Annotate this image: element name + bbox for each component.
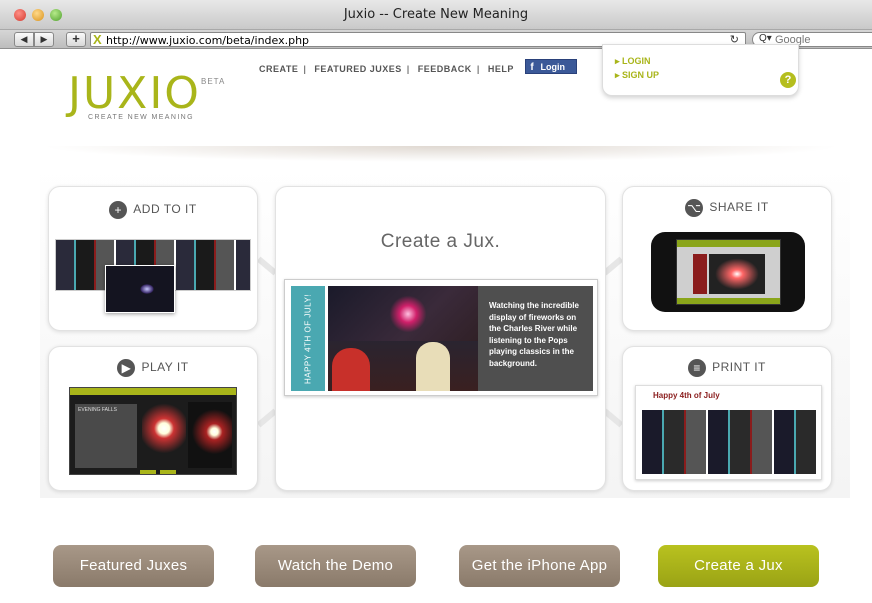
share-icon: ⌥ <box>685 199 704 217</box>
jux-caption: Watching the incredible display of firew… <box>478 286 593 391</box>
beta-badge: BETA <box>201 77 226 86</box>
search-icon: Q▾ <box>759 33 772 44</box>
facebook-login-button[interactable]: f Login <box>525 59 577 74</box>
watch-demo-button[interactable]: Watch the Demo <box>255 545 416 587</box>
signup-link[interactable]: ▸ SIGN UP <box>615 70 659 81</box>
help-icon[interactable]: ? <box>780 72 796 88</box>
back-button[interactable]: ◀ <box>14 32 34 47</box>
slideshow-heading: EVENING FALLS <box>75 404 137 468</box>
dragged-photo[interactable] <box>105 265 175 313</box>
nav-featured-juxes[interactable]: FEATURED JUXES <box>314 64 401 74</box>
nav-help[interactable]: HELP <box>488 64 514 74</box>
create-a-jux-heading: Create a Jux. <box>380 231 501 252</box>
top-nav: CREATE | FEATURED JUXES | FEEDBACK | HELP <box>259 64 514 74</box>
print-title: Happy 4th of July <box>653 391 720 400</box>
fireworks-photo <box>328 286 478 391</box>
nav-feedback[interactable]: FEEDBACK <box>418 64 472 74</box>
header-divider <box>40 146 842 162</box>
play-it-heading: ▶ PLAY IT <box>49 359 257 377</box>
print-it-panel[interactable]: ≡ PRINT IT Happy 4th of July <box>622 346 832 491</box>
play-icon: ▶ <box>117 359 136 377</box>
create-jux-button[interactable]: Create a Jux <box>658 545 819 587</box>
facebook-login-label: Login <box>540 62 566 72</box>
window-title: Juxio -- Create New Meaning <box>343 7 529 22</box>
window-titlebar: Juxio -- Create New Meaning <box>0 0 872 30</box>
login-link[interactable]: ▸ LOGIN <box>615 56 651 67</box>
share-it-heading: ⌥ SHARE IT <box>685 199 769 217</box>
facebook-icon: f <box>530 62 534 73</box>
favicon-icon: X <box>93 32 102 47</box>
jux-side-banner: HAPPY 4TH OF JULY! <box>291 286 325 391</box>
print-it-heading: ≡ PRINT IT <box>623 359 831 377</box>
print-preview: Happy 4th of July <box>635 385 822 480</box>
add-to-it-panel[interactable]: + ADD TO IT <box>48 186 258 331</box>
jux-preview: HAPPY 4TH OF JULY! Watching the incredib… <box>284 279 598 396</box>
document-icon: ≡ <box>688 359 707 377</box>
page: JUXIO BETA CREATE NEW MEANING CREATE | FE… <box>10 44 872 603</box>
create-a-jux-panel[interactable]: Create a Jux. HAPPY 4TH OF JULY! Watchin… <box>275 186 606 491</box>
share-it-panel[interactable]: ⌥ SHARE IT <box>622 186 832 331</box>
login-dropdown: ▸ LOGIN ▸ SIGN UP ? <box>602 44 799 96</box>
iphone-image <box>651 232 805 312</box>
nav-create[interactable]: CREATE <box>259 64 298 74</box>
add-bookmark-button[interactable]: + <box>66 32 86 47</box>
add-to-it-heading: + ADD TO IT <box>49 201 257 219</box>
plus-icon: + <box>109 201 128 219</box>
iphone-app-button[interactable]: Get the iPhone App <box>459 545 620 587</box>
juxio-logo[interactable]: JUXIO <box>68 72 201 116</box>
url-text: http://www.juxio.com/beta/index.php <box>106 34 310 47</box>
logo-tagline: CREATE NEW MEANING <box>88 114 194 121</box>
forward-button[interactable]: ▶ <box>34 32 54 47</box>
slideshow-preview: EVENING FALLS <box>69 387 237 475</box>
featured-juxes-button[interactable]: Featured Juxes <box>53 545 214 587</box>
play-it-panel[interactable]: ▶ PLAY IT EVENING FALLS <box>48 346 258 491</box>
